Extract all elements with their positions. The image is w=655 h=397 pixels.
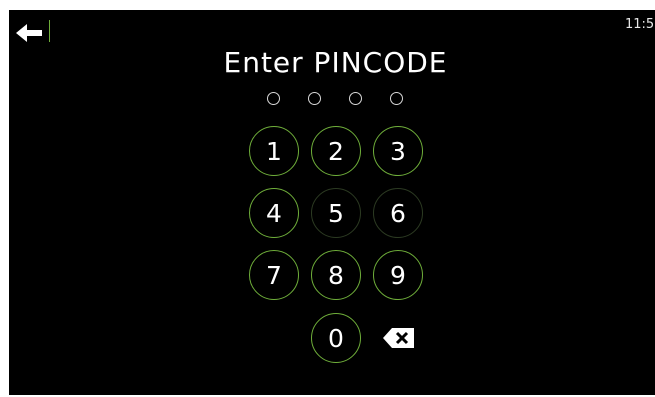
key-8[interactable]: 8 — [311, 250, 361, 300]
pin-dot-3 — [349, 92, 362, 105]
key-5[interactable]: 5 — [311, 188, 361, 238]
key-5-label: 5 — [328, 198, 344, 228]
key-9-label: 9 — [390, 260, 406, 290]
pin-dot-1 — [267, 92, 280, 105]
page-title: Enter PINCODE — [223, 46, 448, 79]
backspace-icon — [383, 328, 414, 348]
key-1-label: 1 — [266, 136, 282, 166]
key-3[interactable]: 3 — [373, 126, 423, 176]
status-clock: 11:59 — [625, 17, 655, 32]
key-0-label: 0 — [328, 323, 344, 353]
key-4-label: 4 — [266, 198, 282, 228]
key-3-label: 3 — [390, 136, 406, 166]
pincode-screen: 11:59 Enter PINCODE 1 2 3 4 5 6 7 8 9 0 — [9, 10, 655, 395]
key-6[interactable]: 6 — [373, 188, 423, 238]
key-7[interactable]: 7 — [249, 250, 299, 300]
key-7-label: 7 — [266, 260, 282, 290]
backspace-button[interactable] — [383, 327, 415, 349]
key-1[interactable]: 1 — [249, 126, 299, 176]
pin-indicator — [267, 92, 407, 108]
key-6-label: 6 — [390, 198, 406, 228]
key-0[interactable]: 0 — [311, 313, 361, 363]
key-9[interactable]: 9 — [373, 250, 423, 300]
arrow-left-icon — [16, 24, 42, 42]
pin-dot-2 — [308, 92, 321, 105]
key-2-label: 2 — [328, 136, 344, 166]
header-divider — [49, 20, 50, 42]
back-button[interactable] — [16, 22, 44, 44]
pin-dot-4 — [390, 92, 403, 105]
key-4[interactable]: 4 — [249, 188, 299, 238]
key-2[interactable]: 2 — [311, 126, 361, 176]
key-8-label: 8 — [328, 260, 344, 290]
